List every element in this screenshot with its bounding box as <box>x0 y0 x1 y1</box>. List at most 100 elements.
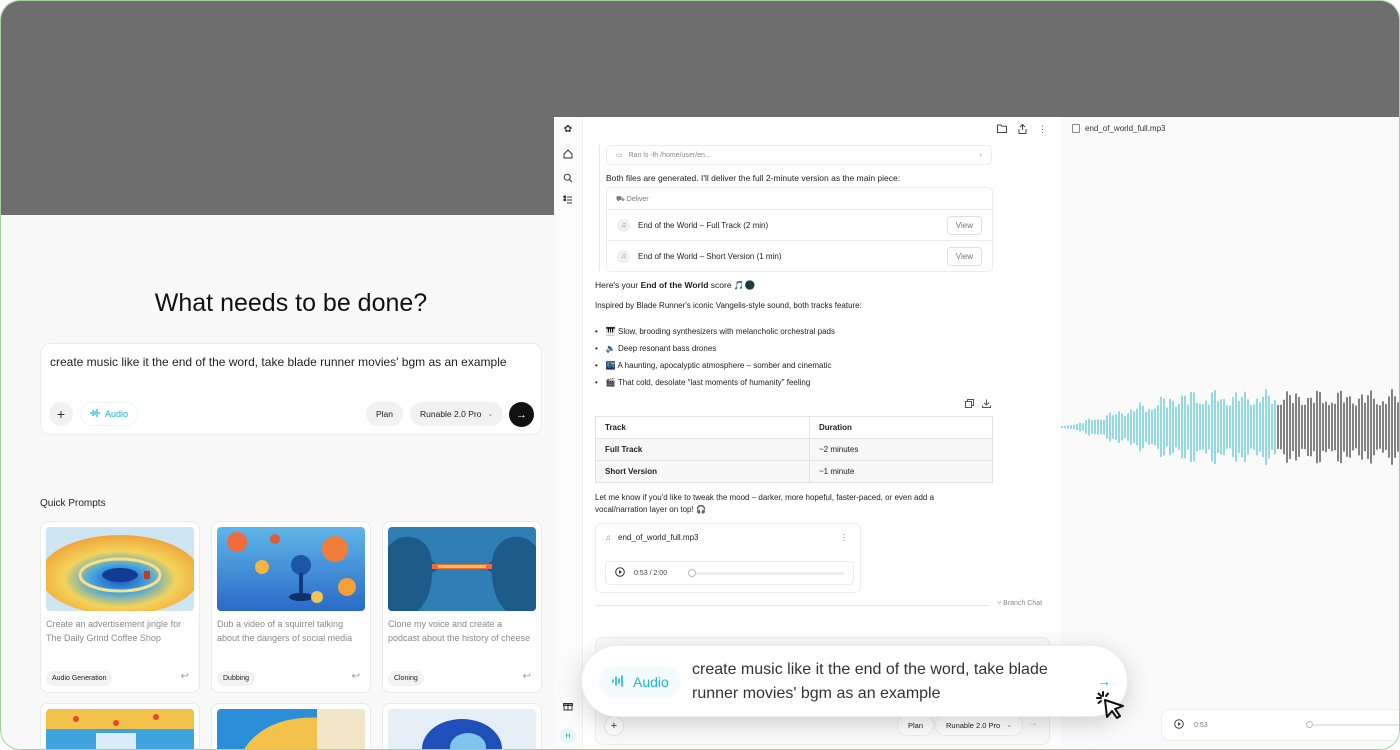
audio-player[interactable]: 0:53 / 2:00 <box>605 561 854 585</box>
add-attachment-button[interactable]: + <box>49 402 73 426</box>
add-attachment-button[interactable]: + <box>604 716 624 736</box>
deliver-item[interactable]: ♫ End of the World – Full Track (2 min) … <box>607 209 992 240</box>
score-title: End of the World <box>640 280 709 290</box>
more-icon[interactable]: ⋮ <box>840 533 848 542</box>
backdrop-right <box>554 1 1399 117</box>
chat-toolbar: ⋮ <box>997 123 1047 136</box>
deliver-label: Deliver <box>626 196 649 203</box>
quick-prompt-card[interactable] <box>211 703 371 749</box>
seek-bar[interactable] <box>688 568 844 577</box>
view-button[interactable]: View <box>946 215 982 235</box>
search-icon[interactable] <box>561 171 575 185</box>
compose-box[interactable]: create music like it the end of the word… <box>40 343 542 435</box>
truck-icon: ⛟ <box>616 196 625 203</box>
audio-mode-button[interactable]: Audio <box>80 402 139 426</box>
gift-icon[interactable] <box>561 699 575 713</box>
card-image-abstract <box>217 709 365 749</box>
send-icon[interactable]: → <box>1028 718 1038 729</box>
quick-prompt-card[interactable]: Dub a video of a squirrel talking about … <box>211 521 371 693</box>
plan-button[interactable]: Plan <box>366 402 404 426</box>
view-button[interactable]: View <box>946 246 982 266</box>
card-image-swirl <box>388 709 536 749</box>
waveform-icon: ♫ <box>617 249 630 263</box>
table-header: Track <box>595 416 810 439</box>
return-icon[interactable]: ↩ <box>523 671 531 682</box>
submit-arrow-icon[interactable]: → <box>1097 673 1111 689</box>
feature-list: 🎹 Slow, brooding synthesizers with melan… <box>595 323 835 391</box>
click-cursor-icon <box>1096 691 1124 719</box>
tool-timeline <box>599 145 600 271</box>
branch-chat-button[interactable]: ⑂ Branch Chat <box>997 600 1042 607</box>
waveform-icon <box>90 408 100 420</box>
model-select[interactable]: Runable 2.0 Pro ⌄ <box>935 714 1024 736</box>
avatar[interactable]: H <box>560 728 576 744</box>
audio-mode-label: Audio <box>105 409 129 419</box>
compose-text[interactable]: create music like it the end of the word… <box>50 355 507 369</box>
quick-prompt-card[interactable] <box>40 703 200 749</box>
quick-prompt-card[interactable]: Clone my voice and create a podcast abou… <box>382 521 542 693</box>
preview-file-name: end_of_world_full.mp3 <box>1085 124 1166 133</box>
prompt-text: create music like it the end of the word… <box>692 661 1048 702</box>
list-item: 🎬 That cold, desolate "last moments of h… <box>595 374 835 391</box>
audio-attachment[interactable]: ♫ end_of_world_full.mp3 ⋮ 0:53 / 2:00 <box>595 523 861 593</box>
chevron-down-icon: ⌄ <box>487 411 494 418</box>
quick-prompt-card[interactable] <box>382 703 542 749</box>
card-image-vortex <box>46 527 194 611</box>
tasks-icon[interactable] <box>561 193 575 207</box>
branch-icon: ⑂ <box>997 600 1002 607</box>
card-image-faces <box>388 527 536 611</box>
audio-mode-chip[interactable]: Audio <box>599 666 681 698</box>
inspired-text: Inspired by Blade Runner's iconic Vangel… <box>595 301 862 310</box>
app-frame: What needs to be done? create music like… <box>0 0 1400 750</box>
prompt-bubble[interactable]: Audio create music like it the end of th… <box>581 645 1128 717</box>
return-icon[interactable]: ↩ <box>352 671 360 682</box>
list-item: 🎹 Slow, brooding synthesizers with melan… <box>595 323 835 340</box>
mini-player[interactable]: 0:53 <box>1161 709 1399 741</box>
return-icon[interactable]: ↩ <box>181 671 189 682</box>
audio-waveform[interactable] <box>1061 387 1400 467</box>
branch-chat-label: Branch Chat <box>1003 600 1043 607</box>
player-time: 0:53 / 2:00 <box>634 569 668 577</box>
card-image-bubbles <box>217 527 365 611</box>
audio-file-name: end_of_world_full.mp3 <box>618 533 699 542</box>
table-row: Short Version ~1 minute <box>595 460 993 483</box>
run-command-text: Ran ls -lh /home/user/en... <box>628 151 711 159</box>
waveform-icon: ♫ <box>617 218 630 232</box>
plan-button[interactable]: Plan <box>897 714 935 736</box>
download-icon[interactable] <box>982 399 991 410</box>
seek-bar[interactable] <box>1305 721 1399 728</box>
card-description: Clone my voice and create a podcast abou… <box>388 619 531 643</box>
quick-prompt-card[interactable]: Create an advertisement jingle for The D… <box>40 521 200 693</box>
folder-icon[interactable] <box>997 124 1007 136</box>
tracks-table: Track Duration Full Track ~2 minutes Sho… <box>595 416 993 483</box>
send-button[interactable]: → <box>509 402 534 427</box>
deliver-header: ⛟ Deliver <box>616 195 649 204</box>
model-label: Runable 2.0 Pro <box>420 409 482 419</box>
page-title: What needs to be done? <box>154 289 428 317</box>
table-cell: ~1 minute <box>809 460 993 483</box>
seek-handle[interactable] <box>1305 721 1313 728</box>
chevron-right-icon: › <box>979 151 982 159</box>
score-line: Here's your End of the World score 🎵🌑 <box>595 280 755 291</box>
mini-player-time: 0:53 <box>1194 721 1208 729</box>
deliver-item-name: End of the World – Full Track (2 min) <box>638 220 769 230</box>
chevron-down-icon: ⌄ <box>1006 722 1013 729</box>
table-row: Full Track ~2 minutes <box>595 438 993 461</box>
deliver-item[interactable]: ♫ End of the World – Short Version (1 mi… <box>607 240 992 271</box>
files-generated-text: Both files are generated. I'll deliver t… <box>606 173 901 183</box>
logo-icon[interactable]: ✿ <box>561 122 575 136</box>
copy-icon[interactable] <box>965 399 974 410</box>
deliver-item-name: End of the World – Short Version (1 min) <box>638 251 782 261</box>
share-icon[interactable] <box>1018 123 1027 136</box>
model-select[interactable]: Runable 2.0 Pro ⌄ <box>410 402 504 426</box>
play-icon[interactable] <box>615 567 625 579</box>
run-command-row[interactable]: ▭ Ran ls -lh /home/user/en... › <box>606 145 992 165</box>
seek-handle[interactable] <box>688 568 697 577</box>
home-icon[interactable] <box>561 147 575 161</box>
sidebar: ✿ H <box>554 117 583 749</box>
play-icon[interactable] <box>1174 719 1184 731</box>
table-cell: ~2 minutes <box>809 438 993 461</box>
quick-prompts-title: Quick Prompts <box>40 498 106 509</box>
more-icon[interactable]: ⋮ <box>1038 124 1047 136</box>
score-suffix: score 🎵🌑 <box>708 280 756 290</box>
